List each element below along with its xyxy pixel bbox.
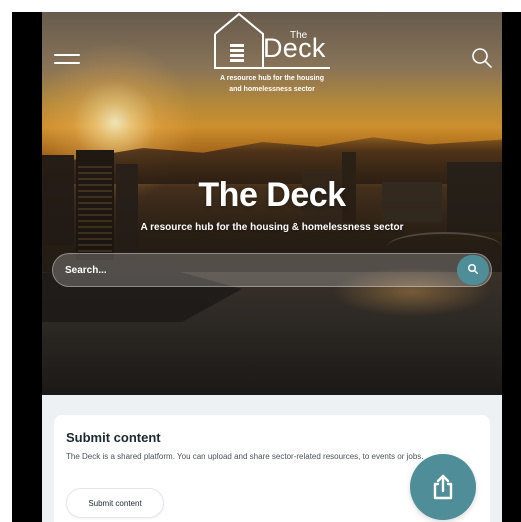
submit-content-button[interactable]: Submit content: [66, 488, 164, 518]
menu-line: [54, 62, 80, 64]
hero-section: The Deck A resource hub for the housing …: [42, 12, 502, 395]
hero-subtitle: A resource hub for the housing & homeles…: [140, 222, 404, 233]
tagline-line: A resource hub for the housing: [220, 75, 324, 82]
search-icon[interactable]: [470, 46, 494, 70]
card-description: The Deck is a shared platform. You can u…: [66, 452, 424, 461]
hero-search-bar: [52, 253, 492, 287]
search-icon: [468, 263, 478, 274]
share-button[interactable]: [410, 454, 476, 520]
right-black-bar: [502, 12, 521, 522]
share-upload-icon: [433, 474, 453, 500]
top-margin: [12, 0, 521, 12]
search-button[interactable]: [457, 255, 489, 285]
menu-line: [54, 54, 80, 56]
mobile-screen: The Deck A resource hub for the housing …: [42, 12, 502, 522]
tagline-line: and homelessness sector: [229, 86, 315, 93]
logo-tagline: A resource hub for the housing and homel…: [182, 73, 362, 95]
logo-deck-text: Deck: [263, 33, 326, 63]
search-input[interactable]: [65, 254, 445, 286]
card-title: Submit content: [66, 430, 161, 445]
hero-title: The Deck: [198, 176, 346, 214]
left-black-bar: [12, 12, 42, 522]
hamburger-menu-icon[interactable]: [54, 52, 80, 66]
screenshot-frame: The Deck A resource hub for the housing …: [0, 0, 521, 522]
